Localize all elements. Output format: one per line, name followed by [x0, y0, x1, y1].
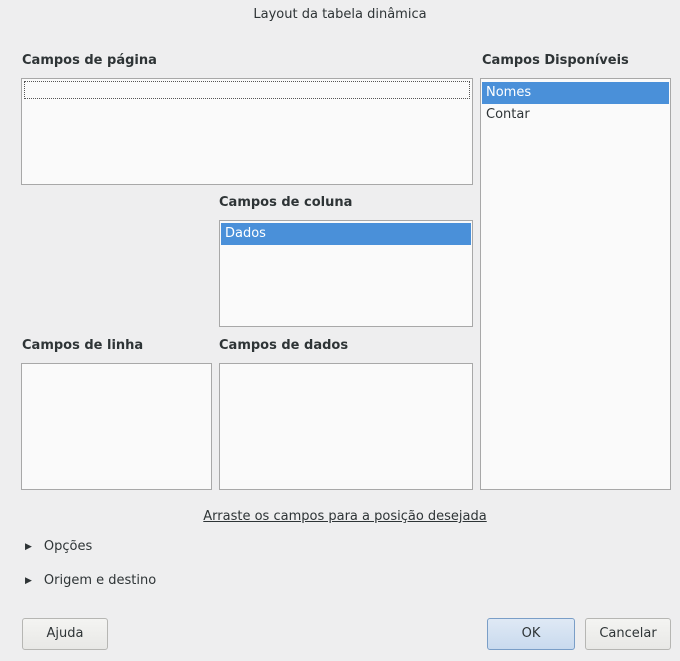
options-expander-label: Opções: [43, 539, 93, 554]
help-button[interactable]: Ajuda: [22, 618, 108, 650]
expand-arrow-icon: ▶: [25, 575, 32, 586]
row-fields-area[interactable]: [21, 363, 212, 490]
data-fields-area[interactable]: [219, 363, 473, 490]
source-destination-expander-label: Origem e destino: [43, 573, 157, 588]
page-fields-area[interactable]: [21, 78, 473, 185]
cancel-button[interactable]: Cancelar: [585, 618, 671, 650]
available-field-item-contar[interactable]: Contar: [482, 104, 669, 126]
options-expander[interactable]: ▶ Opções: [25, 539, 92, 554]
available-fields-list[interactable]: Nomes Contar: [480, 78, 671, 490]
available-fields-label: Campos Disponíveis: [482, 53, 629, 68]
column-fields-label: Campos de coluna: [219, 195, 353, 210]
page-fields-label: Campos de página: [22, 53, 157, 68]
available-field-item-nomes[interactable]: Nomes: [482, 82, 669, 104]
ok-button[interactable]: OK: [487, 618, 575, 650]
drag-hint-text: Arraste os campos para a posição desejad…: [203, 509, 487, 524]
expand-arrow-icon: ▶: [25, 541, 32, 552]
dialog-title: Layout da tabela dinâmica: [253, 7, 427, 22]
data-fields-label: Campos de dados: [219, 338, 349, 353]
page-fields-drop-row[interactable]: [24, 81, 470, 99]
source-destination-expander[interactable]: ▶ Origem e destino: [25, 573, 156, 588]
row-fields-label: Campos de linha: [22, 338, 144, 353]
column-fields-area[interactable]: Dados: [219, 220, 473, 327]
column-field-item-dados[interactable]: Dados: [221, 223, 471, 245]
